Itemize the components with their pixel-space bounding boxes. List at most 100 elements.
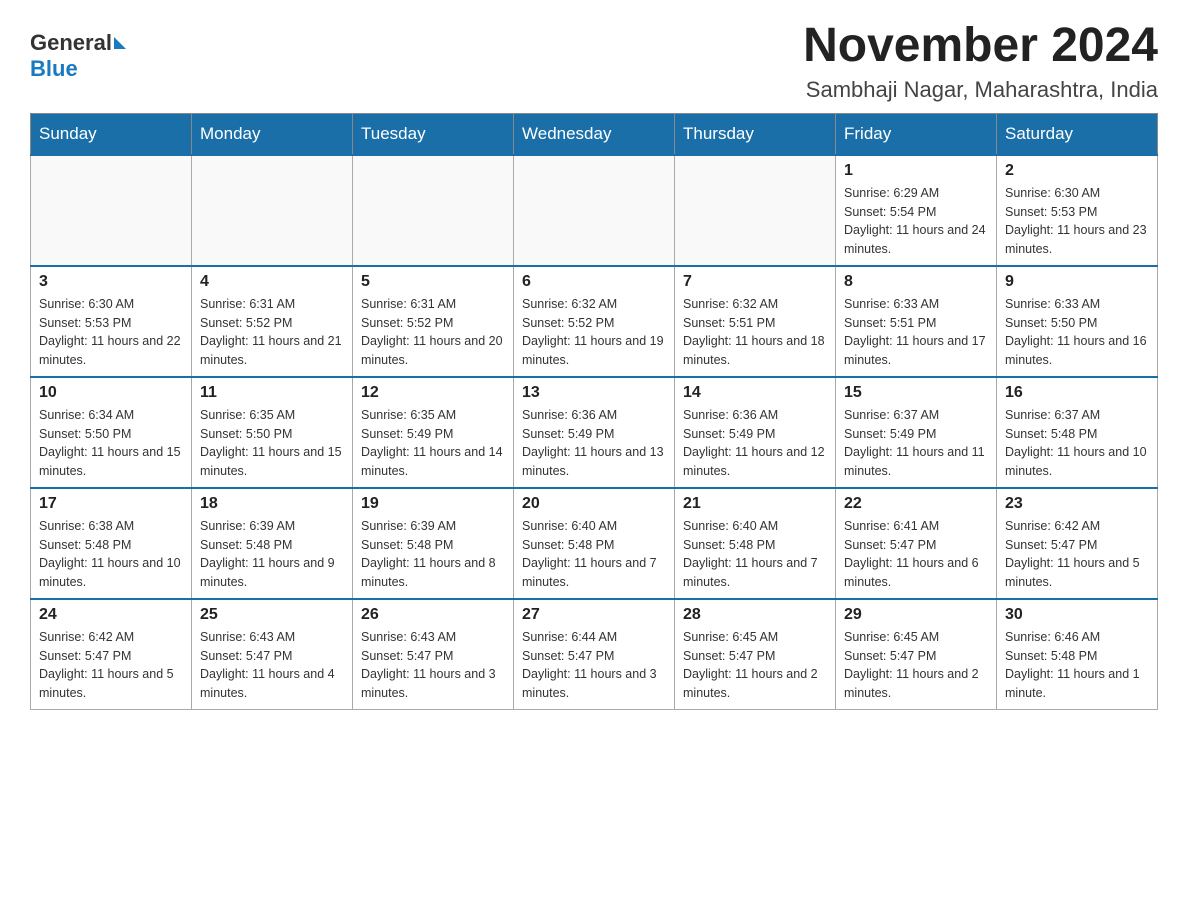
calendar-cell: 10 Sunrise: 6:34 AMSunset: 5:50 PMDayligh… — [31, 377, 192, 488]
day-number: 8 — [844, 273, 988, 291]
calendar-cell — [353, 155, 514, 266]
calendar-cell: 19 Sunrise: 6:39 AMSunset: 5:48 PMDayligh… — [353, 488, 514, 599]
day-number: 14 — [683, 384, 827, 402]
day-number: 13 — [522, 384, 666, 402]
calendar-cell: 28 Sunrise: 6:45 AMSunset: 5:47 PMDayligh… — [675, 599, 836, 710]
day-number: 10 — [39, 384, 183, 402]
calendar-cell: 29 Sunrise: 6:45 AMSunset: 5:47 PMDayligh… — [836, 599, 997, 710]
logo: General Blue — [30, 30, 126, 82]
day-number: 21 — [683, 495, 827, 513]
calendar-cell: 9 Sunrise: 6:33 AMSunset: 5:50 PMDaylight… — [997, 266, 1158, 377]
day-info: Sunrise: 6:36 AMSunset: 5:49 PMDaylight:… — [683, 406, 827, 481]
day-number: 1 — [844, 162, 988, 180]
month-title: November 2024 — [803, 20, 1158, 73]
calendar-week-row: 3 Sunrise: 6:30 AMSunset: 5:53 PMDaylight… — [31, 266, 1158, 377]
day-info: Sunrise: 6:43 AMSunset: 5:47 PMDaylight:… — [200, 628, 344, 703]
day-info: Sunrise: 6:32 AMSunset: 5:52 PMDaylight:… — [522, 295, 666, 370]
calendar-cell: 23Sunrise: 6:42 AMSunset: 5:47 PMDayligh… — [997, 488, 1158, 599]
day-number: 7 — [683, 273, 827, 291]
day-number: 26 — [361, 606, 505, 624]
day-info: Sunrise: 6:33 AMSunset: 5:50 PMDaylight:… — [1005, 295, 1149, 370]
day-number: 6 — [522, 273, 666, 291]
day-info: Sunrise: 6:42 AMSunset: 5:47 PMDaylight:… — [39, 628, 183, 703]
calendar-day-header: Friday — [836, 113, 997, 155]
calendar-cell: 15 Sunrise: 6:37 AMSunset: 5:49 PMDayligh… — [836, 377, 997, 488]
day-number: 15 — [844, 384, 988, 402]
day-number: 24 — [39, 606, 183, 624]
day-info: Sunrise: 6:45 AMSunset: 5:47 PMDaylight:… — [683, 628, 827, 703]
day-info: Sunrise: 6:34 AMSunset: 5:50 PMDaylight:… — [39, 406, 183, 481]
calendar-cell: 14 Sunrise: 6:36 AMSunset: 5:49 PMDayligh… — [675, 377, 836, 488]
calendar-header-row: SundayMondayTuesdayWednesdayThursdayFrid… — [31, 113, 1158, 155]
day-number: 30 — [1005, 606, 1149, 624]
page-header: General Blue November 2024 Sambhaji Naga… — [30, 20, 1158, 103]
calendar-day-header: Thursday — [675, 113, 836, 155]
calendar-cell: 26Sunrise: 6:43 AMSunset: 5:47 PMDayligh… — [353, 599, 514, 710]
calendar-cell: 22Sunrise: 6:41 AMSunset: 5:47 PMDayligh… — [836, 488, 997, 599]
day-number: 29 — [844, 606, 988, 624]
calendar-day-header: Saturday — [997, 113, 1158, 155]
calendar-day-header: Monday — [192, 113, 353, 155]
day-number: 3 — [39, 273, 183, 291]
calendar-cell — [31, 155, 192, 266]
day-info: Sunrise: 6:30 AMSunset: 5:53 PMDaylight:… — [39, 295, 183, 370]
calendar-cell: 30 Sunrise: 6:46 AMSunset: 5:48 PMDayligh… — [997, 599, 1158, 710]
day-info: Sunrise: 6:46 AMSunset: 5:48 PMDaylight:… — [1005, 628, 1149, 703]
day-info: Sunrise: 6:40 AMSunset: 5:48 PMDaylight:… — [683, 517, 827, 592]
calendar-week-row: 17Sunrise: 6:38 AMSunset: 5:48 PMDayligh… — [31, 488, 1158, 599]
calendar-cell: 3 Sunrise: 6:30 AMSunset: 5:53 PMDaylight… — [31, 266, 192, 377]
day-info: Sunrise: 6:35 AMSunset: 5:49 PMDaylight:… — [361, 406, 505, 481]
logo-triangle-icon — [114, 37, 126, 49]
day-info: Sunrise: 6:33 AMSunset: 5:51 PMDaylight:… — [844, 295, 988, 370]
calendar-cell: 18 Sunrise: 6:39 AMSunset: 5:48 PMDayligh… — [192, 488, 353, 599]
day-info: Sunrise: 6:32 AMSunset: 5:51 PMDaylight:… — [683, 295, 827, 370]
calendar-cell — [514, 155, 675, 266]
day-info: Sunrise: 6:39 AMSunset: 5:48 PMDaylight:… — [200, 517, 344, 592]
day-info: Sunrise: 6:45 AMSunset: 5:47 PMDaylight:… — [844, 628, 988, 703]
day-info: Sunrise: 6:31 AMSunset: 5:52 PMDaylight:… — [200, 295, 344, 370]
day-info: Sunrise: 6:41 AMSunset: 5:47 PMDaylight:… — [844, 517, 988, 592]
calendar-cell: 4 Sunrise: 6:31 AMSunset: 5:52 PMDaylight… — [192, 266, 353, 377]
day-number: 23 — [1005, 495, 1149, 513]
day-number: 28 — [683, 606, 827, 624]
calendar-cell: 17Sunrise: 6:38 AMSunset: 5:48 PMDayligh… — [31, 488, 192, 599]
calendar-cell: 25 Sunrise: 6:43 AMSunset: 5:47 PMDayligh… — [192, 599, 353, 710]
day-info: Sunrise: 6:30 AMSunset: 5:53 PMDaylight:… — [1005, 184, 1149, 259]
calendar-week-row: 10 Sunrise: 6:34 AMSunset: 5:50 PMDayligh… — [31, 377, 1158, 488]
calendar-cell: 16Sunrise: 6:37 AMSunset: 5:48 PMDayligh… — [997, 377, 1158, 488]
day-number: 11 — [200, 384, 344, 402]
day-info: Sunrise: 6:44 AMSunset: 5:47 PMDaylight:… — [522, 628, 666, 703]
day-number: 4 — [200, 273, 344, 291]
day-number: 9 — [1005, 273, 1149, 291]
calendar-cell: 5Sunrise: 6:31 AMSunset: 5:52 PMDaylight… — [353, 266, 514, 377]
calendar-cell: 7 Sunrise: 6:32 AMSunset: 5:51 PMDaylight… — [675, 266, 836, 377]
calendar-day-header: Tuesday — [353, 113, 514, 155]
day-number: 17 — [39, 495, 183, 513]
day-info: Sunrise: 6:39 AMSunset: 5:48 PMDaylight:… — [361, 517, 505, 592]
title-section: November 2024 Sambhaji Nagar, Maharashtr… — [803, 20, 1158, 103]
calendar-cell: 24 Sunrise: 6:42 AMSunset: 5:47 PMDayligh… — [31, 599, 192, 710]
calendar-cell: 13Sunrise: 6:36 AMSunset: 5:49 PMDayligh… — [514, 377, 675, 488]
day-number: 25 — [200, 606, 344, 624]
calendar-cell: 11Sunrise: 6:35 AMSunset: 5:50 PMDayligh… — [192, 377, 353, 488]
calendar-cell — [675, 155, 836, 266]
day-info: Sunrise: 6:29 AMSunset: 5:54 PMDaylight:… — [844, 184, 988, 259]
calendar-cell: 6 Sunrise: 6:32 AMSunset: 5:52 PMDaylight… — [514, 266, 675, 377]
calendar-cell: 20 Sunrise: 6:40 AMSunset: 5:48 PMDayligh… — [514, 488, 675, 599]
day-number: 20 — [522, 495, 666, 513]
calendar-cell: 8 Sunrise: 6:33 AMSunset: 5:51 PMDaylight… — [836, 266, 997, 377]
calendar-day-header: Wednesday — [514, 113, 675, 155]
day-number: 27 — [522, 606, 666, 624]
location-title: Sambhaji Nagar, Maharashtra, India — [803, 77, 1158, 103]
calendar-cell: 2Sunrise: 6:30 AMSunset: 5:53 PMDaylight… — [997, 155, 1158, 266]
day-info: Sunrise: 6:37 AMSunset: 5:49 PMDaylight:… — [844, 406, 988, 481]
day-number: 19 — [361, 495, 505, 513]
day-info: Sunrise: 6:40 AMSunset: 5:48 PMDaylight:… — [522, 517, 666, 592]
logo-blue-text: Blue — [30, 56, 78, 82]
calendar-day-header: Sunday — [31, 113, 192, 155]
calendar-table: SundayMondayTuesdayWednesdayThursdayFrid… — [30, 113, 1158, 710]
day-number: 18 — [200, 495, 344, 513]
calendar-cell — [192, 155, 353, 266]
calendar-week-row: 1 Sunrise: 6:29 AMSunset: 5:54 PMDaylight… — [31, 155, 1158, 266]
logo-general-text: General — [30, 30, 112, 56]
